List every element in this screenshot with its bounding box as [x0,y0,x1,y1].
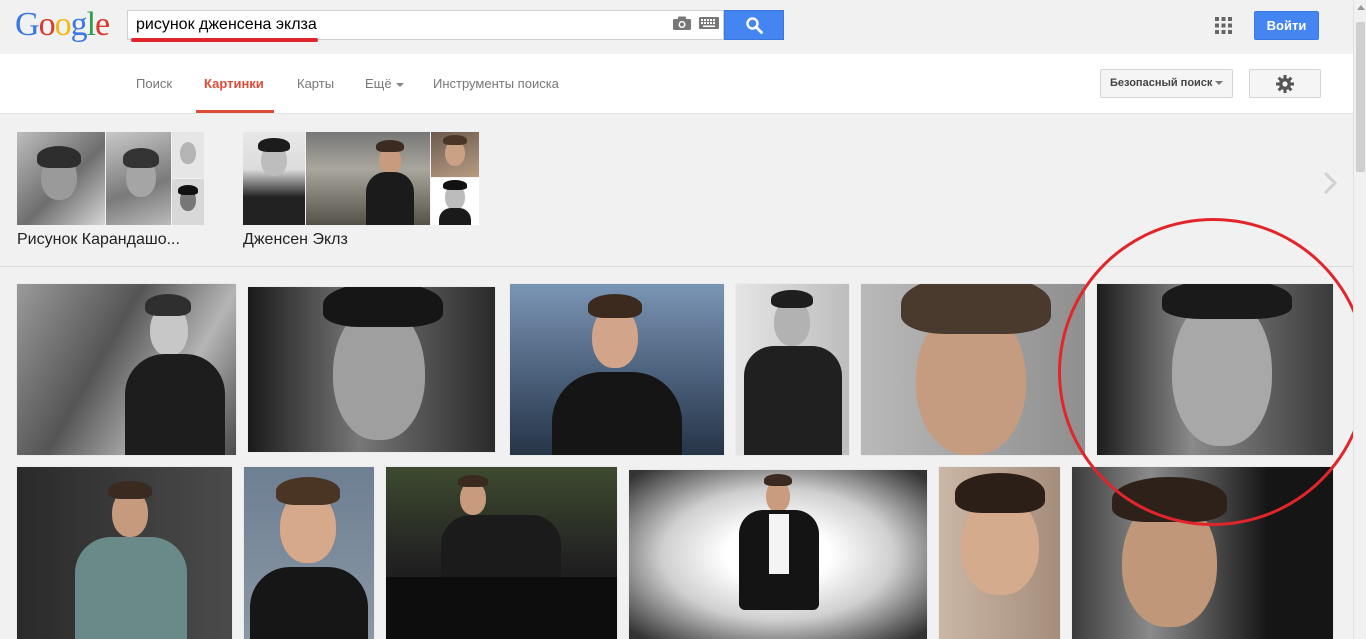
tab-more[interactable]: Ещё [365,76,404,91]
thumbnail-image [243,132,305,225]
thumbnail-image [172,132,204,178]
result-image[interactable] [1072,467,1333,639]
active-tab-indicator [196,110,274,113]
chevron-right-icon[interactable] [1320,171,1340,195]
result-image[interactable] [629,470,927,639]
dropdown-arrow-icon [1215,81,1224,86]
dropdown-arrow-icon [395,82,404,87]
safesearch-dropdown[interactable]: Безопасный поиск [1100,69,1233,98]
result-image[interactable] [939,467,1060,639]
result-image[interactable] [17,467,232,639]
related-thumbnails [17,132,205,225]
related-card-pencil-drawing[interactable]: Рисунок Карандашо... [17,132,205,248]
thumbnail-image [431,132,479,177]
search-icon [746,17,763,34]
search-input[interactable] [136,15,656,35]
result-image[interactable] [861,284,1085,455]
search-box[interactable] [127,10,724,40]
result-image[interactable] [1097,284,1333,455]
scroll-up-arrow-icon[interactable] [1357,5,1365,10]
result-image[interactable] [386,467,617,639]
apps-grid-icon[interactable] [1215,17,1232,34]
result-image[interactable] [248,287,495,452]
related-thumbnails [243,132,479,225]
tab-more-label: Ещё [365,76,392,91]
related-label: Рисунок Карандашо... [17,231,180,248]
settings-button[interactable] [1249,69,1321,98]
thumbnail-image [17,132,105,225]
safesearch-label: Безопасный поиск [1110,77,1213,89]
result-image[interactable] [17,284,236,455]
thumbnail-image [172,179,204,225]
keyboard-icon[interactable] [699,17,719,29]
tab-search-tools[interactable]: Инструменты поиска [433,76,559,91]
scroll-thumb[interactable] [1356,22,1365,172]
search-tabs-bar: Поиск Картинки Карты Ещё Инструменты пои… [0,54,1366,114]
thumbnail-image [431,178,479,225]
result-image[interactable] [510,284,724,455]
signin-button[interactable]: Войти [1254,11,1319,40]
tab-maps[interactable]: Карты [297,76,334,91]
gear-icon [1276,75,1294,93]
related-label: Дженсен Эклз [243,231,348,248]
scrollbar[interactable] [1353,0,1366,639]
search-button[interactable] [724,10,784,40]
result-image[interactable] [244,467,374,639]
annotation-underline [131,38,318,42]
google-logo[interactable]: Google [15,5,110,45]
camera-icon[interactable] [673,16,691,30]
thumbnail-image [106,132,171,225]
thumbnail-image [306,132,430,225]
result-image[interactable] [736,284,849,455]
header: Google Войти [0,0,1366,54]
related-card-jensen-ackles[interactable]: Дженсен Эклз [243,132,479,248]
tab-search[interactable]: Поиск [136,76,172,91]
tab-images[interactable]: Картинки [204,76,264,91]
related-searches-strip: Рисунок Карандашо... Дженсен Эклз [0,115,1366,267]
